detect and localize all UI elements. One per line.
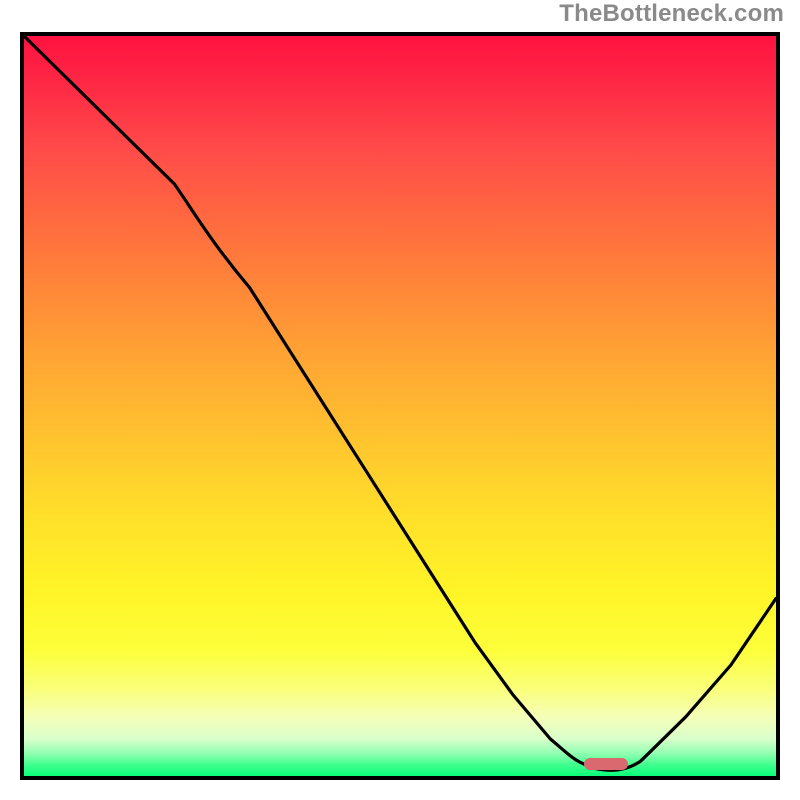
curve-svg xyxy=(24,36,776,776)
watermark-text: TheBottleneck.com xyxy=(559,0,784,28)
bottleneck-curve-path xyxy=(24,36,776,770)
chart-container: TheBottleneck.com xyxy=(0,0,800,800)
optimal-marker xyxy=(584,758,628,770)
plot-area xyxy=(20,32,780,780)
